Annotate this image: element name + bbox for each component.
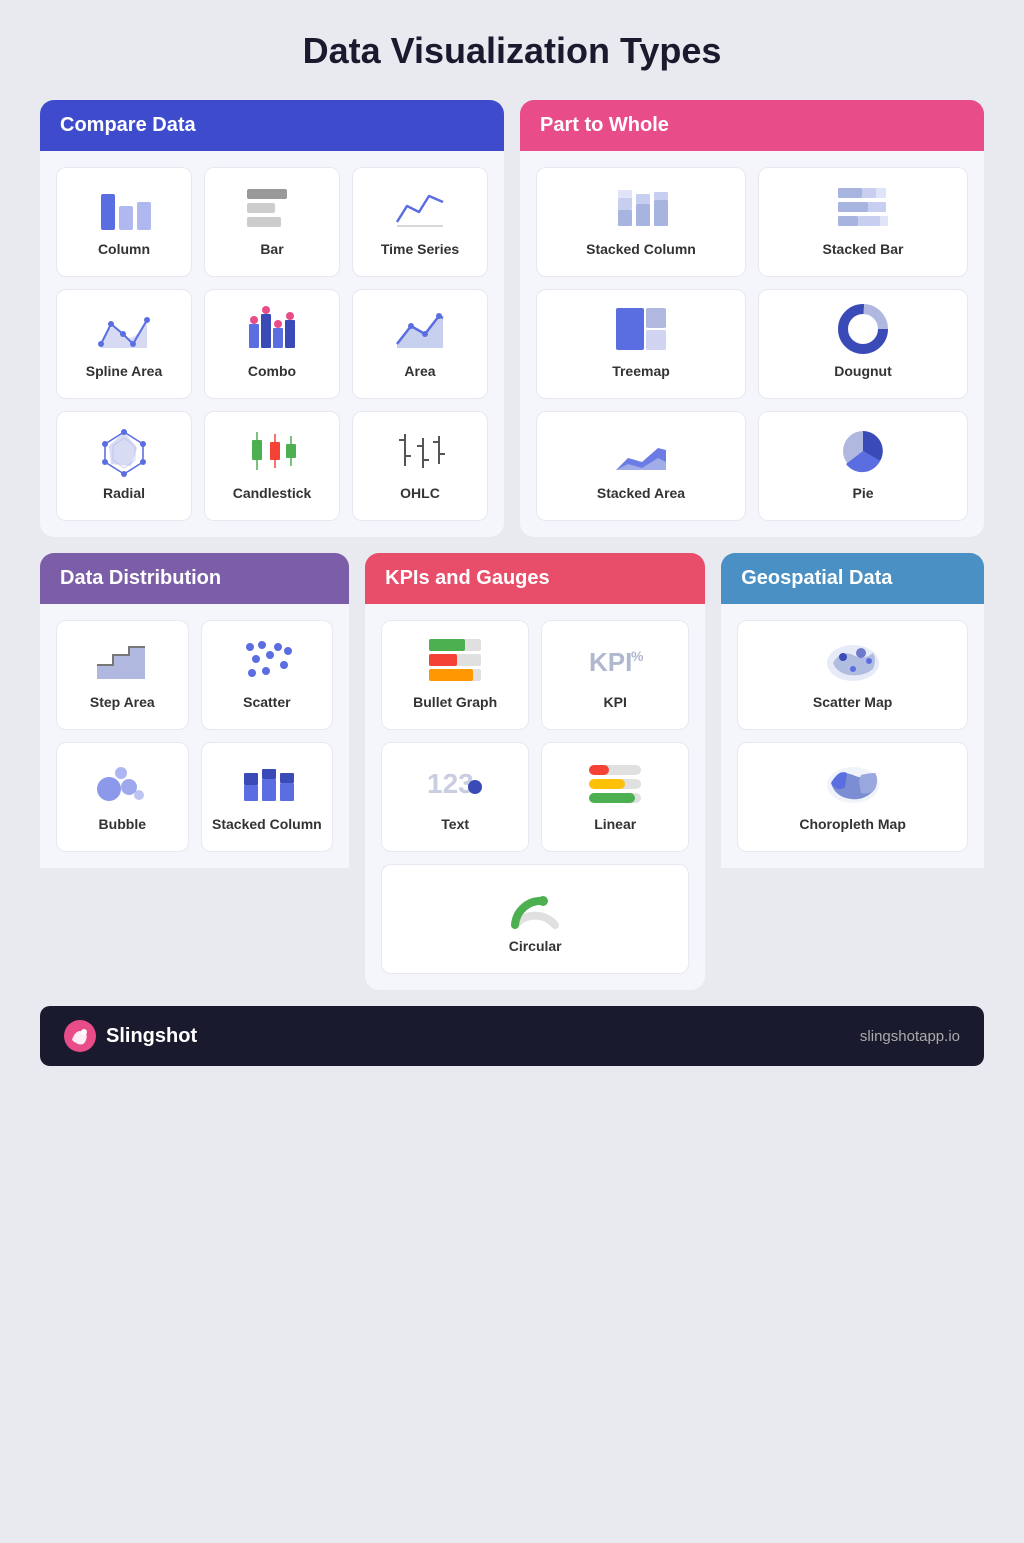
footer-brand-name: Slingshot (106, 1025, 197, 1048)
chart-card-time-series[interactable]: Time Series (352, 167, 488, 277)
candlestick-icon (242, 426, 302, 476)
chart-card-stacked-column-dist[interactable]: Stacked Column (201, 742, 334, 852)
slingshot-logo-icon (64, 1020, 96, 1052)
bullet-graph-icon (425, 635, 485, 685)
chart-card-area[interactable]: Area (352, 289, 488, 399)
chart-card-scatter-map[interactable]: Scatter Map (737, 620, 968, 730)
ohlc-icon (390, 426, 450, 476)
chart-card-scatter[interactable]: Scatter (201, 620, 334, 730)
svg-text:%: % (631, 648, 644, 664)
stacked-bar-icon (833, 182, 893, 232)
chart-card-candlestick[interactable]: Candlestick (204, 411, 340, 521)
chart-label-bar: Bar (260, 240, 283, 258)
bubble-icon (92, 757, 152, 807)
chart-card-bubble[interactable]: Bubble (56, 742, 189, 852)
pie-icon (833, 426, 893, 476)
chart-label-area: Area (404, 362, 435, 380)
chart-card-choropleth-map[interactable]: Choropleth Map (737, 742, 968, 852)
chart-label-linear: Linear (594, 815, 636, 833)
section-dist-header: Data Distribution (40, 553, 349, 604)
chart-card-pie[interactable]: Pie (758, 411, 968, 521)
footer-url: slingshotapp.io (860, 1028, 960, 1045)
spline-area-icon (94, 304, 154, 354)
stacked-column-icon (611, 182, 671, 232)
stacked-column-dist-icon (237, 757, 297, 807)
chart-label-pie: Pie (852, 484, 873, 502)
section-geo-header: Geospatial Data (721, 553, 984, 604)
chart-label-scatter-map: Scatter Map (813, 693, 892, 711)
chart-label-circular: Circular (509, 937, 562, 955)
chart-label-treemap: Treemap (612, 362, 670, 380)
area-icon (390, 304, 450, 354)
linear-icon (585, 757, 645, 807)
scatter-map-icon (823, 635, 883, 685)
chart-card-kpi[interactable]: KPI % KPI (541, 620, 689, 730)
text-kpi-icon: 123 (425, 757, 485, 807)
chart-label-bullet-graph: Bullet Graph (413, 693, 497, 711)
chart-card-circular[interactable]: Circular (381, 864, 689, 974)
section-distribution: Data Distribution Step Area (40, 553, 349, 990)
svg-text:KPI: KPI (589, 647, 632, 677)
chart-label-kpi: KPI (604, 693, 627, 711)
chart-label-ohlc: OHLC (400, 484, 440, 502)
section-ptw-header: Part to Whole (520, 100, 984, 151)
chart-label-bubble: Bubble (99, 815, 146, 833)
section-compare: Compare Data Column (40, 100, 504, 537)
svg-text:123: 123 (427, 768, 474, 799)
chart-label-column: Column (98, 240, 150, 258)
chart-card-text[interactable]: 123 Text (381, 742, 529, 852)
chart-card-linear[interactable]: Linear (541, 742, 689, 852)
chart-card-bar[interactable]: Bar (204, 167, 340, 277)
chart-card-column[interactable]: Column (56, 167, 192, 277)
chart-card-radial[interactable]: Radial (56, 411, 192, 521)
chart-label-scatter: Scatter (243, 693, 290, 711)
chart-card-treemap[interactable]: Treemap (536, 289, 746, 399)
section-geo: Geospatial Data (721, 553, 984, 990)
radial-icon (94, 426, 154, 476)
chart-card-spline-area[interactable]: Spline Area (56, 289, 192, 399)
column-icon (94, 182, 154, 232)
chart-card-stacked-area[interactable]: Stacked Area (536, 411, 746, 521)
doughnut-icon (833, 304, 893, 354)
chart-label-step-area: Step Area (90, 693, 155, 711)
chart-label-doughnut: Dougnut (834, 362, 892, 380)
treemap-icon (611, 304, 671, 354)
section-part-to-whole: Part to Whole (520, 100, 984, 537)
combo-icon (242, 304, 302, 354)
chart-card-stacked-bar[interactable]: Stacked Bar (758, 167, 968, 277)
footer: Slingshot slingshotapp.io (40, 1006, 984, 1066)
page-title: Data Visualization Types (40, 30, 984, 72)
stacked-area-icon (611, 426, 671, 476)
chart-label-stacked-column-dist: Stacked Column (212, 815, 322, 833)
section-kpi: KPIs and Gauges Bulle (365, 553, 705, 990)
chart-card-stacked-column[interactable]: Stacked Column (536, 167, 746, 277)
chart-card-doughnut[interactable]: Dougnut (758, 289, 968, 399)
kpi-icon: KPI % (585, 635, 645, 685)
time-series-icon (390, 182, 450, 232)
section-kpi-header: KPIs and Gauges (365, 553, 705, 604)
chart-card-combo[interactable]: Combo (204, 289, 340, 399)
chart-label-text-kpi: Text (441, 815, 469, 833)
bar-icon (242, 182, 302, 232)
chart-card-ohlc[interactable]: OHLC (352, 411, 488, 521)
chart-card-step-area[interactable]: Step Area (56, 620, 189, 730)
chart-label-stacked-area: Stacked Area (597, 484, 685, 502)
chart-label-stacked-column: Stacked Column (586, 240, 696, 258)
footer-brand: Slingshot (64, 1020, 197, 1052)
chart-label-spline-area: Spline Area (86, 362, 163, 380)
chart-label-combo: Combo (248, 362, 296, 380)
section-compare-header: Compare Data (40, 100, 504, 151)
chart-label-time-series: Time Series (381, 240, 459, 258)
chart-label-candlestick: Candlestick (233, 484, 312, 502)
circular-icon (505, 879, 565, 929)
choropleth-map-icon (823, 757, 883, 807)
chart-label-radial: Radial (103, 484, 145, 502)
scatter-icon (237, 635, 297, 685)
step-area-icon (92, 635, 152, 685)
chart-label-stacked-bar: Stacked Bar (823, 240, 904, 258)
chart-card-bullet-graph[interactable]: Bullet Graph (381, 620, 529, 730)
chart-label-choropleth-map: Choropleth Map (799, 815, 906, 833)
